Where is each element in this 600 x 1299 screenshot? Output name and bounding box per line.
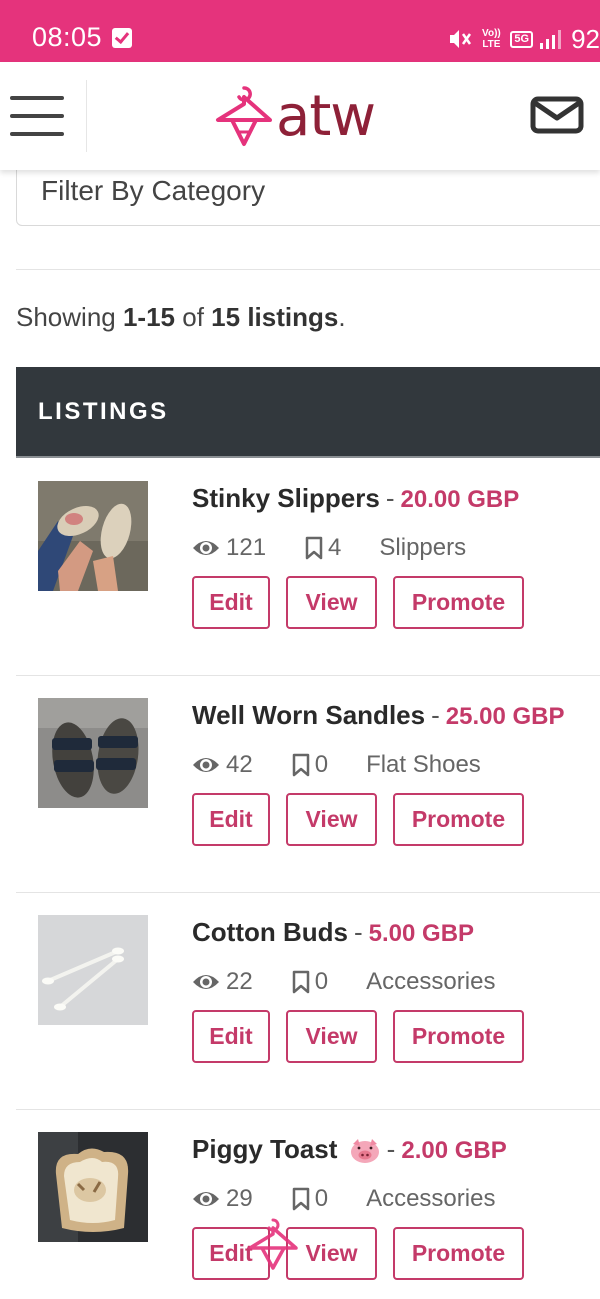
hanger-logo-icon [216,86,272,146]
results-summary: Showing 1-15 of 15 listings. [16,302,346,332]
views-count: 121 [226,534,267,561]
listing-actions: Edit View Promote [192,576,524,629]
saves-count: 0 [314,1185,329,1212]
listing-title[interactable]: Stinky Slippers [192,483,380,513]
logo[interactable]: atw [214,82,376,152]
listing-category: Accessories [366,1185,496,1212]
listing-meta: 29 0 Accessories [192,1185,495,1213]
listing-category: Slippers [379,534,467,561]
eye-icon [193,758,219,772]
eye-icon [193,1192,219,1206]
listing-category: Flat Shoes [366,751,481,778]
promote-button[interactable]: Promote [393,1227,524,1280]
listing-price: 20.00 GBP [400,486,520,513]
saves-count: 0 [314,751,329,778]
listings-section-header: LISTINGS [16,367,600,458]
bookmark-icon [292,970,309,994]
title-separator: - [386,1134,396,1164]
listing-meta: 42 0 Flat Shoes [192,751,481,779]
listing-item: Piggy Toast -2.00 GBP 29 0 Accessories E… [16,1110,600,1299]
status-time: 08:05 [32,22,103,52]
listing-title-row: Cotton Buds -5.00 GBP [192,917,474,948]
listing-meta: 22 0 Accessories [192,968,495,996]
listings-title: LISTINGS [38,398,169,425]
views-count: 29 [226,1185,253,1212]
title-separator: - [431,700,440,730]
status-icons: Vo)) LTE 5G 92 [448,22,600,56]
promote-button[interactable]: Promote [393,793,524,846]
listing-thumbnail[interactable] [38,698,148,808]
pig-face-icon [350,1139,379,1164]
saves-count: 0 [314,968,329,995]
listing-thumbnail[interactable] [38,1132,148,1242]
views-count: 42 [226,751,253,778]
signal-icon [539,28,563,50]
listing-title[interactable]: Cotton Buds [192,917,348,947]
notification-check-icon [112,28,132,48]
title-separator: - [385,483,395,513]
volte-icon: Vo)) LTE [482,28,501,50]
listing-actions: Edit View Promote [192,1010,524,1063]
filter-label: Filter By Category [41,175,266,206]
listing-item: Cotton Buds -5.00 GBP 22 0 Accessories Ed… [16,893,600,1110]
listing-item: Stinky Slippers -20.00 GBP 121 4 Slippers… [16,459,600,676]
title-separator: - [353,917,363,947]
logo-text: atw [276,84,376,149]
bookmark-icon [292,753,309,777]
mail-icon[interactable] [530,96,584,134]
battery-level: 92 [571,24,600,54]
status-bar: 08:05 Vo)) LTE 5G 92 [0,0,600,62]
listing-meta: 121 4 Slippers [192,534,466,562]
eye-icon [193,541,219,555]
edit-button[interactable]: Edit [192,576,270,629]
header-divider [86,80,87,152]
mute-icon [448,28,472,50]
promote-button[interactable]: Promote [393,1010,524,1063]
listing-title-row: Piggy Toast -2.00 GBP [192,1134,507,1165]
promote-button[interactable]: Promote [393,576,524,629]
divider [16,269,600,270]
listing-price: 25.00 GBP [445,703,565,730]
hanger-watermark-icon [248,1218,298,1270]
5g-icon: 5G [510,30,534,48]
listing-actions: Edit View Promote [192,1227,524,1280]
listing-title[interactable]: Piggy Toast [192,1134,337,1164]
bookmark-icon [292,1187,309,1211]
edit-button[interactable]: Edit [192,793,270,846]
menu-icon[interactable] [8,94,68,138]
listing-thumbnail[interactable] [38,481,148,591]
view-button[interactable]: View [286,1010,377,1063]
listing-actions: Edit View Promote [192,793,524,846]
listing-title[interactable]: Well Worn Sandles [192,700,425,730]
listing-thumbnail[interactable] [38,915,148,1025]
views-count: 22 [226,968,253,995]
listing-title-row: Stinky Slippers -20.00 GBP [192,483,519,514]
eye-icon [193,975,219,989]
edit-button[interactable]: Edit [192,1010,270,1063]
app-header: atw [0,62,600,170]
saves-count: 4 [328,534,342,561]
view-button[interactable]: View [286,576,377,629]
listing-item: Well Worn Sandles -25.00 GBP 42 0 Flat Sh… [16,676,600,893]
listing-price: 5.00 GBP [368,920,475,947]
listing-title-row: Well Worn Sandles -25.00 GBP [192,700,565,731]
view-button[interactable]: View [286,793,377,846]
listing-category: Accessories [366,968,496,995]
listing-price: 2.00 GBP [401,1137,507,1164]
bookmark-icon [305,536,323,560]
